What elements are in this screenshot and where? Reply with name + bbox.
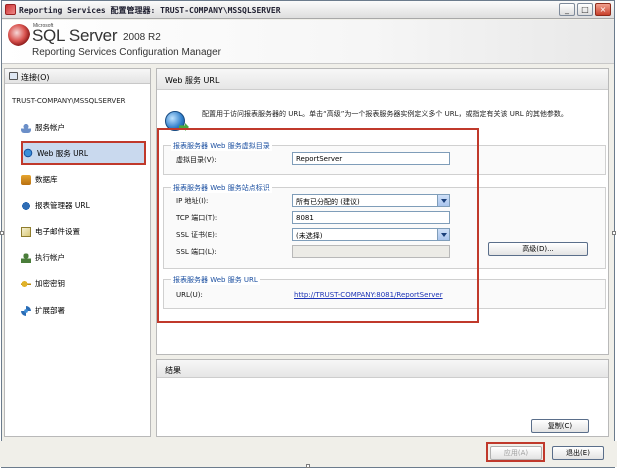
web-service-url-group: 报表服务器 Web 服务 URL URL(U): http://TRUST-CO…	[163, 275, 606, 309]
sidebar-item-email-settings[interactable]: 电子邮件设置	[21, 223, 147, 240]
scale-out-icon	[21, 305, 31, 316]
sidebar-item-label: 电子邮件设置	[35, 227, 80, 236]
database-icon	[21, 174, 31, 185]
tcp-port-input[interactable]: 8081	[292, 211, 450, 224]
report-manager-icon	[21, 200, 31, 211]
results-header: 结果	[157, 360, 608, 378]
section-header: Web 服务 URL	[157, 69, 608, 90]
url-label: URL(U):	[176, 291, 203, 299]
connect-icon	[9, 72, 18, 80]
close-button[interactable]: ×	[595, 3, 611, 16]
connect-bar[interactable]: 连接(O)	[5, 69, 150, 84]
app-icon	[5, 4, 16, 15]
sidebar-item-database[interactable]: 数据库	[21, 171, 147, 188]
virtual-directory-group: 报表服务器 Web 服务虚拟目录 虚拟目录(V): ReportServer	[163, 141, 606, 175]
service-account-icon	[21, 122, 31, 133]
main-panel: Web 服务 URL 配置用于访问报表服务器的 URL。单击“高级”为一个报表服…	[156, 68, 609, 355]
sql-server-logo-icon	[8, 24, 30, 46]
sidebar: 连接(O) TRUST-COMPANY\MSSQLSERVER 服务帐户 Web…	[4, 68, 151, 437]
chevron-down-icon	[437, 229, 449, 240]
sidebar-item-label: 服务帐户	[35, 123, 65, 132]
site-identification-group: 报表服务器 Web 服务站点标识 IP 地址(I): 所有已分配的 (建议) T…	[163, 183, 606, 269]
product-version: 2008 R2	[123, 32, 161, 43]
ssl-certificate-select[interactable]: (未选择)	[292, 228, 450, 241]
sidebar-item-encryption-keys[interactable]: 加密密钥	[21, 275, 147, 292]
page-title: Web 服务 URL	[165, 76, 220, 85]
results-title: 结果	[165, 366, 181, 375]
sidebar-item-service-account[interactable]: 服务帐户	[21, 119, 147, 136]
sidebar-item-label: 扩展部署	[35, 306, 65, 315]
resize-handle-left[interactable]	[0, 231, 4, 235]
key-icon	[21, 278, 31, 289]
group-title: 报表服务器 Web 服务虚拟目录	[171, 141, 272, 151]
window-controls: _ □ ×	[559, 3, 611, 16]
title-bar: Reporting Services 配置管理器: TRUST-COMPANY\…	[2, 1, 614, 19]
sidebar-item-label: 执行帐户	[35, 253, 65, 262]
email-icon	[21, 226, 31, 237]
chevron-down-icon	[437, 195, 449, 206]
minimize-button[interactable]: _	[559, 3, 575, 16]
results-panel: 结果 复制(C)	[156, 359, 609, 437]
product-banner: Microsoft SQL Server 2008 R2 Reporting S…	[2, 20, 614, 64]
group-title: 报表服务器 Web 服务 URL	[171, 275, 260, 285]
report-server-url-link[interactable]: http://TRUST-COMPANY:8081/ReportServer	[294, 291, 443, 299]
ip-address-label: IP 地址(I):	[176, 197, 209, 205]
ssl-port-label: SSL 端口(L):	[176, 248, 217, 256]
sidebar-item-execution-account[interactable]: 执行帐户	[21, 249, 147, 266]
virtual-directory-input[interactable]: ReportServer	[292, 152, 450, 165]
virtual-directory-label: 虚拟目录(V):	[176, 156, 217, 164]
window-title: Reporting Services 配置管理器: TRUST-COMPANY\…	[19, 6, 281, 15]
copy-button[interactable]: 复制(C)	[531, 419, 589, 433]
ip-address-select[interactable]: 所有已分配的 (建议)	[292, 194, 450, 207]
sidebar-item-label: Web 服务 URL	[37, 148, 88, 158]
page-description: 配置用于访问报表服务器的 URL。单击“高级”为一个报表服务器实例定义多个 UR…	[202, 110, 568, 118]
resize-handle-right[interactable]	[612, 231, 616, 235]
ssl-certificate-label: SSL 证书(E):	[176, 231, 218, 239]
advanced-button[interactable]: 高级(D)...	[488, 242, 588, 256]
execution-account-icon	[21, 252, 31, 263]
web-globe-icon	[23, 148, 33, 158]
maximize-button[interactable]: □	[577, 3, 593, 16]
ssl-certificate-value: (未选择)	[296, 232, 323, 240]
tcp-port-label: TCP 端口(T):	[176, 214, 218, 222]
product-name: SQL Server	[32, 26, 118, 45]
connect-label: 连接(O)	[21, 73, 50, 82]
server-name: TRUST-COMPANY\MSSQLSERVER	[12, 97, 126, 105]
ip-address-value: 所有已分配的 (建议)	[296, 198, 360, 206]
sidebar-item-label: 报表管理器 URL	[35, 201, 90, 210]
sidebar-item-label: 加密密钥	[35, 279, 65, 288]
sidebar-item-web-service-url[interactable]: Web 服务 URL	[21, 141, 146, 165]
exit-button[interactable]: 退出(E)	[552, 446, 604, 460]
group-title: 报表服务器 Web 服务站点标识	[171, 183, 272, 193]
sidebar-item-scale-out[interactable]: 扩展部署	[21, 302, 147, 319]
sidebar-item-label: 数据库	[35, 175, 58, 184]
product-subtitle: Reporting Services Configuration Manager	[32, 47, 221, 58]
apply-button[interactable]: 应用(A)	[490, 446, 542, 460]
ssl-port-input[interactable]	[292, 245, 450, 258]
sidebar-item-report-manager-url[interactable]: 报表管理器 URL	[21, 197, 147, 214]
resize-handle-bottom[interactable]	[306, 464, 310, 468]
